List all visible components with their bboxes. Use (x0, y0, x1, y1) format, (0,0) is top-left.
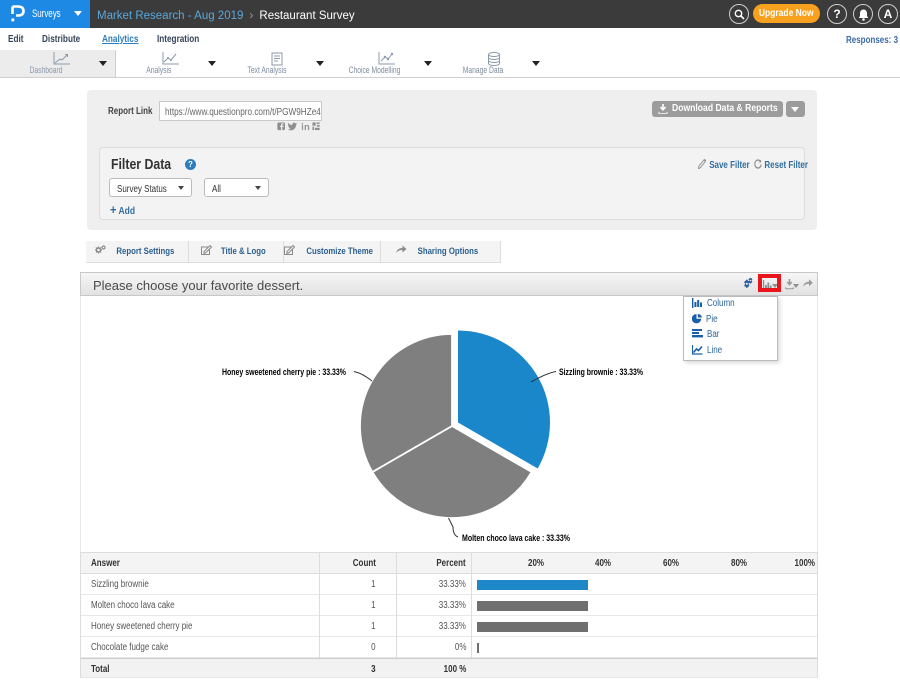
svg-text:Honey sweetened cherry pie : 3: Honey sweetened cherry pie : 33.33% (222, 367, 346, 377)
svg-text:Molten choco lava cake : 33.33: Molten choco lava cake : 33.33% (462, 533, 570, 543)
svg-text:Sizzling brownie : 33.33%: Sizzling brownie : 33.33% (559, 367, 643, 377)
